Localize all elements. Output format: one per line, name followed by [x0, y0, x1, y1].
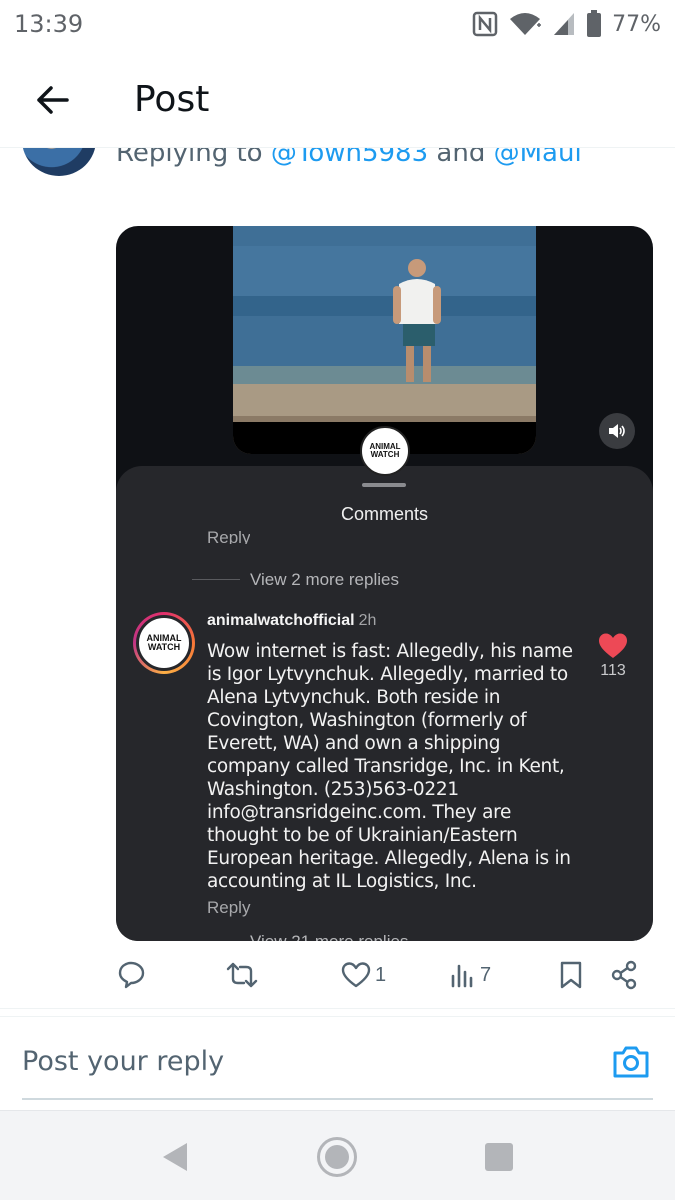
- sheet-drag-handle[interactable]: [362, 483, 406, 487]
- signal-icon: [552, 11, 576, 37]
- nav-back-button[interactable]: [154, 1136, 196, 1178]
- home-circle-icon: [317, 1137, 357, 1177]
- view-more-replies-cut[interactable]: View 21 more replies: [250, 932, 408, 941]
- views-button[interactable]: 7: [450, 955, 491, 995]
- video-frame[interactable]: [233, 226, 536, 454]
- nav-recents-button[interactable]: [478, 1136, 520, 1178]
- reply-input[interactable]: Post your reply: [22, 1046, 224, 1077]
- previous-reply-link[interactable]: Reply: [207, 526, 250, 544]
- comment-like-count: 113: [600, 662, 626, 679]
- reply-composer[interactable]: Post your reply: [22, 1030, 653, 1100]
- media-card[interactable]: ANIMAL WATCH Comments Reply View 2 more …: [116, 226, 653, 941]
- nfc-icon: [472, 11, 498, 37]
- status-icons: 77%: [472, 10, 661, 38]
- comment-username[interactable]: animalwatchofficial: [207, 612, 355, 629]
- divider: [0, 1008, 675, 1009]
- avatar-logo-text: ANIMAL WATCH: [136, 615, 192, 671]
- volume-button[interactable]: [599, 413, 635, 449]
- like-count: 1: [375, 963, 387, 986]
- share-icon: [611, 960, 637, 990]
- comments-sheet[interactable]: Comments Reply View 2 more replies ANIMA…: [116, 466, 653, 941]
- reply-button[interactable]: [116, 955, 146, 995]
- heart-icon[interactable]: [598, 632, 628, 660]
- comments-title: Comments: [340, 504, 429, 524]
- comment-reply-link[interactable]: Reply: [207, 898, 250, 918]
- back-button[interactable]: [22, 70, 82, 130]
- status-time: 13:39: [14, 10, 84, 38]
- top-header: Post: [0, 52, 675, 148]
- repost-icon: [226, 962, 258, 988]
- back-triangle-icon: [163, 1143, 187, 1171]
- wifi-icon: [508, 11, 542, 37]
- system-nav-bar: [0, 1110, 675, 1200]
- views-count: 7: [480, 963, 492, 986]
- camera-button[interactable]: [611, 1044, 651, 1084]
- comment-time: 2h: [358, 612, 377, 629]
- repost-button[interactable]: [226, 955, 258, 995]
- nav-home-button[interactable]: [316, 1136, 358, 1178]
- comment-avatar[interactable]: ANIMAL WATCH: [133, 612, 195, 674]
- recents-square-icon: [485, 1143, 513, 1171]
- post-actions: 1 7: [116, 955, 646, 995]
- battery-percent: 77%: [612, 11, 661, 37]
- bookmark-button[interactable]: [559, 955, 583, 995]
- page-title: Post: [134, 79, 210, 120]
- comment-username-row: animalwatchofficial 2h: [207, 612, 376, 630]
- comment-text: Wow internet is fast: Allegedly, his nam…: [207, 641, 573, 892]
- speaker-icon: [609, 424, 625, 438]
- battery-icon: [586, 10, 602, 38]
- divider: [0, 1016, 675, 1017]
- like-button[interactable]: 1: [341, 955, 386, 995]
- analytics-icon: [451, 964, 473, 988]
- view-more-replies-link[interactable]: View 2 more replies: [250, 570, 399, 590]
- share-button[interactable]: [610, 955, 638, 995]
- bookmark-icon: [560, 961, 582, 989]
- video-logo: ANIMAL WATCH: [360, 426, 410, 476]
- heart-outline-icon: [341, 962, 371, 988]
- divider: [192, 579, 240, 580]
- arrow-left-icon: [37, 85, 69, 114]
- camera-icon: [613, 1046, 649, 1078]
- status-bar: 13:39 77%: [0, 0, 675, 48]
- comment-icon: [118, 961, 145, 989]
